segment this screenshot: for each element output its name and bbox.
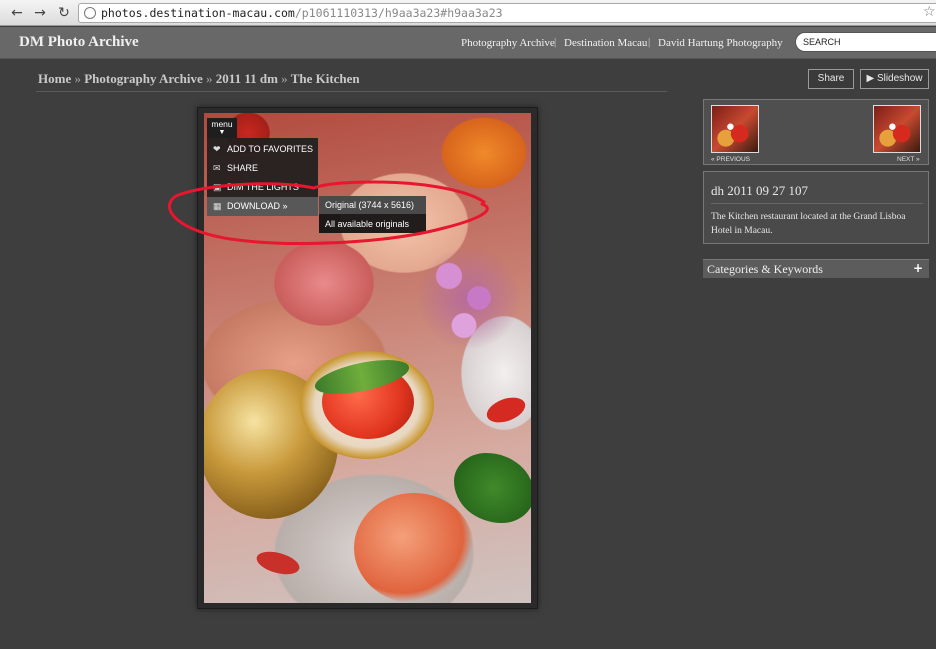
divider <box>36 91 667 92</box>
photo-petal <box>254 547 302 579</box>
photo-leaf <box>454 453 531 523</box>
globe-icon <box>84 7 96 19</box>
categories-label: Categories & Keywords <box>707 262 823 276</box>
chevron-down-icon: ▼ <box>218 129 226 136</box>
breadcrumb-gallery[interactable]: 2011 11 dm <box>216 71 278 86</box>
envelope-icon: ✉ <box>213 163 221 173</box>
url-text: photos.destination-macau.com/p1061110313… <box>101 6 503 20</box>
breadcrumb-current: The Kitchen <box>290 71 360 86</box>
search-input[interactable]: SEARCH <box>795 32 936 52</box>
categories-keywords-panel[interactable]: Categories & Keywords + <box>703 259 929 278</box>
nav-separator: | <box>648 36 651 48</box>
heart-icon: ❤ <box>213 144 221 154</box>
photo-info: dh 2011 09 27 107 The Kitchen restaurant… <box>703 171 929 244</box>
photo-title: dh 2011 09 27 107 <box>711 183 809 198</box>
nav-link-photography-archive[interactable]: Photography Archive <box>461 37 555 49</box>
red-annotation-circle <box>167 180 489 245</box>
photo-caption: The Kitchen restaurant located at the Gr… <box>711 212 906 236</box>
site-header: DM Photo Archive Photography Archive | D… <box>0 27 936 59</box>
menu-item-label: ADD TO FAVORITES <box>227 144 314 154</box>
star-icon[interactable]: ☆ <box>923 4 936 20</box>
photo-flowers <box>419 243 519 353</box>
nav-link-destination-macau[interactable]: Destination Macau <box>564 37 647 49</box>
browser-toolbar: ← → ↻ photos.destination-macau.com/p1061… <box>0 0 936 26</box>
breadcrumb: Home » Photography Archive » 2011 11 dm … <box>38 71 360 87</box>
divider <box>711 203 923 204</box>
breadcrumb-separator: » <box>74 71 81 86</box>
photo-shrimp <box>354 493 474 603</box>
menu-label: menu <box>211 119 233 129</box>
url-host: photos.destination-macau.com <box>101 6 295 20</box>
menu-toggle[interactable]: menu ▼ <box>207 118 237 138</box>
menu-item-add-to-favorites[interactable]: ❤ ADD TO FAVORITES <box>207 140 318 159</box>
nav-link-david-hartung[interactable]: David Hartung Photography <box>658 37 783 49</box>
breadcrumb-separator: » <box>206 71 213 86</box>
breadcrumb-separator: » <box>281 71 288 86</box>
next-thumbnail[interactable] <box>873 105 921 153</box>
breadcrumb-home[interactable]: Home <box>38 71 71 86</box>
arrow-right-icon[interactable]: → <box>31 4 49 22</box>
url-bar[interactable]: photos.destination-macau.com/p1061110313… <box>78 3 936 23</box>
reload-icon[interactable]: ↻ <box>55 4 73 22</box>
plus-icon[interactable]: + <box>913 261 923 275</box>
previous-link[interactable]: « PREVIOUS <box>711 156 750 163</box>
photo-navigation: « PREVIOUS NEXT » <box>703 99 929 165</box>
arrow-left-icon[interactable]: ← <box>8 4 26 22</box>
nav-separator: | <box>554 36 557 48</box>
share-button[interactable]: Share <box>808 69 854 89</box>
url-path: /p1061110313/h9aa3a23#h9aa3a23 <box>294 6 503 20</box>
slideshow-button[interactable]: ▶ Slideshow <box>860 69 929 89</box>
previous-thumbnail[interactable] <box>711 105 759 153</box>
breadcrumb-photography-archive[interactable]: Photography Archive <box>84 71 203 86</box>
next-link[interactable]: NEXT » <box>897 156 920 163</box>
site-title[interactable]: DM Photo Archive <box>19 34 139 51</box>
photo-petal <box>483 392 529 428</box>
